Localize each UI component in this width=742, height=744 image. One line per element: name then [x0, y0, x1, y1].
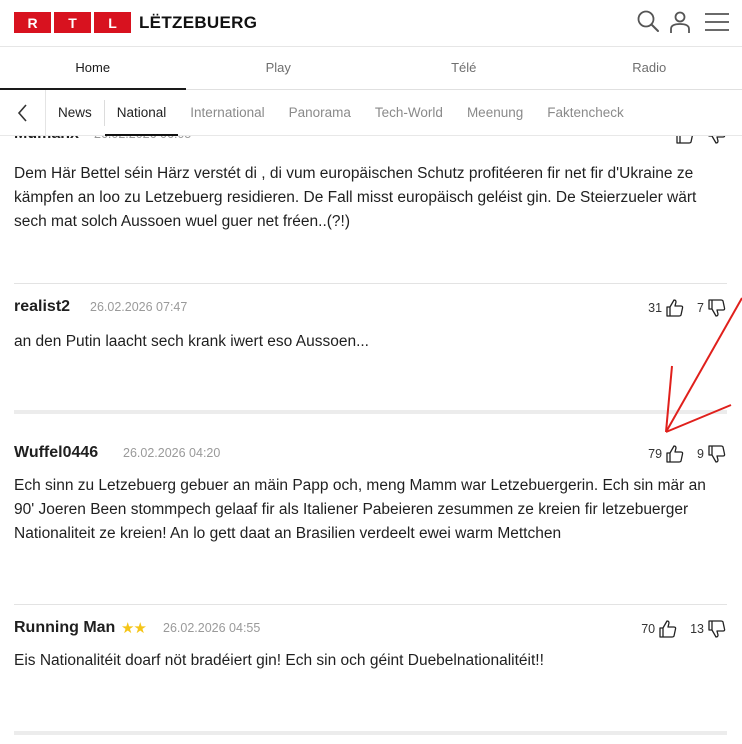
dislike-count: 13 [690, 622, 704, 636]
rtl-logo[interactable]: R T L [14, 12, 131, 33]
like-count: 79 [648, 447, 663, 461]
section-national[interactable]: National [104, 91, 179, 136]
user-rank-stars: ★★ [121, 620, 147, 637]
thumbs-down-icon[interactable] [707, 619, 727, 639]
logo-letter: T [54, 12, 91, 33]
thumbs-up-icon[interactable] [658, 619, 678, 639]
tab-tele[interactable]: Télé [371, 47, 557, 89]
logo-letter: R [14, 12, 51, 33]
section-panorama[interactable]: Panorama [277, 91, 363, 135]
section-international[interactable]: International [178, 91, 276, 135]
brand-name[interactable]: LËTZEBUERG [139, 13, 257, 33]
tab-home[interactable]: Home [0, 47, 186, 90]
comment-date: 26.02.2026 04:55 [163, 621, 261, 635]
comment-username[interactable]: Running Man [14, 619, 115, 637]
chevron-left-icon[interactable] [0, 89, 46, 136]
thumbs-up-icon[interactable] [665, 298, 685, 318]
comment-divider [14, 604, 727, 605]
comment-text: Dem Här Bettel séin Härz verstét di , di… [14, 165, 697, 230]
section-faktencheck[interactable]: Faktencheck [535, 91, 636, 135]
comment-divider [14, 731, 727, 735]
dislike-count: 7 [697, 301, 704, 315]
comment-votes: 79 9 [648, 444, 727, 464]
thumbs-down-icon[interactable] [707, 298, 727, 318]
section-news[interactable]: News [46, 91, 104, 135]
comment-divider [14, 283, 727, 284]
tab-play[interactable]: Play [186, 47, 372, 89]
thumbs-up-icon[interactable] [665, 444, 685, 464]
menu-icon[interactable] [702, 8, 730, 36]
main-nav: Home Play Télé Radio [0, 47, 742, 90]
comment-divider [14, 410, 727, 414]
comment-text: Ech sinn zu Letzebuerg gebuer an mäin Pa… [14, 477, 706, 542]
section-nav: News National International Panorama Tec… [0, 89, 742, 136]
search-icon[interactable] [634, 8, 662, 36]
like-count: 70 [641, 622, 656, 636]
comment-username[interactable]: Wuffel0446 [14, 444, 98, 462]
section-meenung[interactable]: Meenung [455, 91, 535, 135]
comment-date: 26.02.2026 04:20 [123, 446, 221, 460]
thumbs-down-icon[interactable] [707, 444, 727, 464]
like-count: 31 [648, 301, 663, 315]
comment-votes: 70 13 [641, 619, 727, 639]
comment-text: an den Putin laacht sech krank iwert eso… [14, 333, 369, 350]
logo-letter: L [94, 12, 131, 33]
comment-votes: 31 7 [648, 298, 727, 318]
comment-username[interactable]: realist2 [14, 298, 70, 316]
comment-date: 26.02.2026 07:47 [90, 300, 188, 314]
user-icon[interactable] [666, 8, 694, 36]
site-header: R T L LËTZEBUERG [0, 0, 742, 47]
section-tech-world[interactable]: Tech-World [363, 91, 455, 135]
dislike-count: 9 [697, 447, 704, 461]
tab-radio[interactable]: Radio [557, 47, 742, 89]
comment-text: Eis Nationalitéit doarf nöt bradéiert gi… [14, 652, 544, 669]
